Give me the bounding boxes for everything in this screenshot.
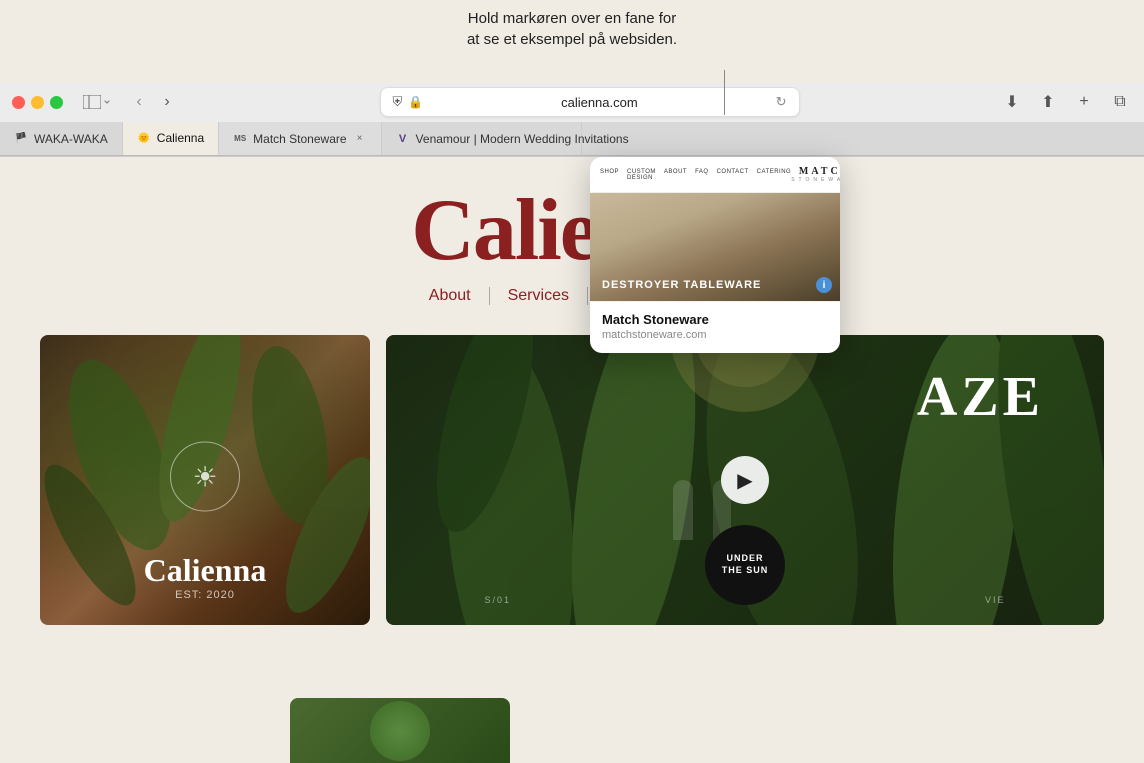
tab-label-match: Match Stoneware <box>253 132 346 146</box>
nav-about[interactable]: About <box>411 287 490 305</box>
match-stoneware-preview: SHOP CUSTOM DESIGN ABOUT FAQ CONTACT CAT… <box>590 157 840 302</box>
title-bar: ‹ › ⛨ 🔒 calienna.com ↻ ⬇ ⬆ + ⧉ <box>0 82 1144 122</box>
reload-button[interactable]: ↻ <box>776 94 787 110</box>
tab-match-stoneware[interactable]: MS Match Stoneware × <box>219 122 381 155</box>
address-bar[interactable]: ⛨ 🔒 calienna.com ↻ <box>380 87 800 117</box>
tab-label-calienna: Calienna <box>157 131 204 145</box>
label-s01: S/01 <box>484 595 511 605</box>
share-button[interactable]: ⬆ <box>1036 90 1060 114</box>
match-nav-custom: CUSTOM DESIGN <box>627 169 656 181</box>
calienna-logo: Calienna <box>0 187 1144 275</box>
card-left: ☀ Calienna EST: 2020 <box>40 335 370 625</box>
browser-chrome: ‹ › ⛨ 🔒 calienna.com ↻ ⬇ ⬆ + ⧉ 🏴 WAKA-WA… <box>0 82 1144 157</box>
lock-icon: 🔒 <box>408 95 423 109</box>
back-button[interactable]: ‹ <box>127 90 151 114</box>
site-nav: About Services Under The Sun <box>0 287 1144 305</box>
fullscreen-button[interactable] <box>50 96 63 109</box>
tooltip-arrow-line <box>724 70 725 115</box>
tab-favicon-match: MS <box>233 132 247 146</box>
forward-button[interactable]: › <box>155 90 179 114</box>
match-nav-shop: SHOP <box>600 169 619 181</box>
site-header: Calienna About Services Under The Sun <box>0 157 1144 305</box>
tab-favicon-venamour: V <box>396 132 410 146</box>
tab-venamour[interactable]: V Venamour | Modern Wedding Invitations <box>382 122 582 155</box>
main-content: Calienna About Services Under The Sun <box>0 157 1144 763</box>
match-nav-catering: CATERING <box>757 169 792 181</box>
tab-preview-popup: SHOP CUSTOM DESIGN ABOUT FAQ CONTACT CAT… <box>590 157 840 353</box>
green-element <box>370 701 430 761</box>
card-est: EST: 2020 <box>144 589 267 601</box>
shield-icon: ⛨ <box>393 94 403 110</box>
tab-label-waka: WAKA-WAKA <box>34 132 108 146</box>
close-button[interactable] <box>12 96 25 109</box>
tab-close-match[interactable]: × <box>353 132 367 146</box>
match-logo-sub: STONEWARE <box>791 177 840 183</box>
address-bar-container: ⛨ 🔒 calienna.com ↻ <box>187 87 992 117</box>
calienna-website: Calienna About Services Under The Sun <box>0 157 1144 763</box>
tooltip-text: Hold markøren over en fane for at se et … <box>467 8 677 50</box>
toolbar-right: ⬇ ⬆ + ⧉ <box>1000 90 1132 114</box>
match-logo-text: MATCH <box>791 166 840 177</box>
download-button[interactable]: ⬇ <box>1000 90 1024 114</box>
preview-url: matchstoneware.com <box>602 329 828 341</box>
match-header: SHOP CUSTOM DESIGN ABOUT FAQ CONTACT CAT… <box>590 157 840 193</box>
preview-site-name: Match Stoneware <box>602 312 828 327</box>
match-nav-contact: CONTACT <box>717 169 749 181</box>
tabs-overview-button[interactable]: ⧉ <box>1108 90 1132 114</box>
aze-title: AZE <box>917 365 1044 429</box>
under-the-sun-badge: UNDER THE SUN <box>705 525 785 605</box>
match-logo-container: MATCH STONEWARE <box>791 166 840 183</box>
label-vie: VIE <box>985 595 1006 605</box>
card-right: AZE ▶ UNDER THE SUN S/01 VIE <box>386 335 1104 625</box>
bottom-strip <box>290 698 510 763</box>
sidebar-toggle-button[interactable] <box>79 92 115 112</box>
tab-favicon-waka: 🏴 <box>14 132 28 146</box>
match-nav-about: ABOUT <box>664 169 687 181</box>
traffic-lights <box>12 96 63 109</box>
tab-waka-waka[interactable]: 🏴 WAKA-WAKA <box>0 122 123 155</box>
url-text: calienna.com <box>429 95 769 110</box>
sun-emblem: ☀ <box>170 442 240 512</box>
nav-services[interactable]: Services <box>490 287 588 305</box>
new-tab-button[interactable]: + <box>1072 90 1096 114</box>
under-the-sun-container: UNDER THE SUN <box>705 525 785 605</box>
tabs-bar: 🏴 WAKA-WAKA 🌞 Calienna MS Match Stonewar… <box>0 122 1144 156</box>
image-grid: ☀ Calienna EST: 2020 <box>0 315 1144 645</box>
card-left-text: Calienna EST: 2020 <box>144 552 267 601</box>
tab-preview-info: Match Stoneware matchstoneware.com <box>590 302 840 353</box>
tab-label-venamour: Venamour | Modern Wedding Invitations <box>416 132 629 146</box>
card-name: Calienna <box>144 552 267 589</box>
match-hero-image: DESTROYER TABLEWARE i <box>590 193 840 301</box>
nav-arrows: ‹ › <box>127 90 179 114</box>
match-nav-faq: FAQ <box>695 169 709 181</box>
info-badge: i <box>816 277 832 293</box>
tab-calienna[interactable]: 🌞 Calienna <box>123 122 219 155</box>
minimize-button[interactable] <box>31 96 44 109</box>
match-nav: SHOP CUSTOM DESIGN ABOUT FAQ CONTACT CAT… <box>600 169 791 181</box>
hero-text: DESTROYER TABLEWARE <box>602 279 761 291</box>
tab-favicon-calienna: 🌞 <box>137 131 151 145</box>
play-button[interactable]: ▶ <box>721 456 769 504</box>
tab-preview-image: SHOP CUSTOM DESIGN ABOUT FAQ CONTACT CAT… <box>590 157 840 302</box>
